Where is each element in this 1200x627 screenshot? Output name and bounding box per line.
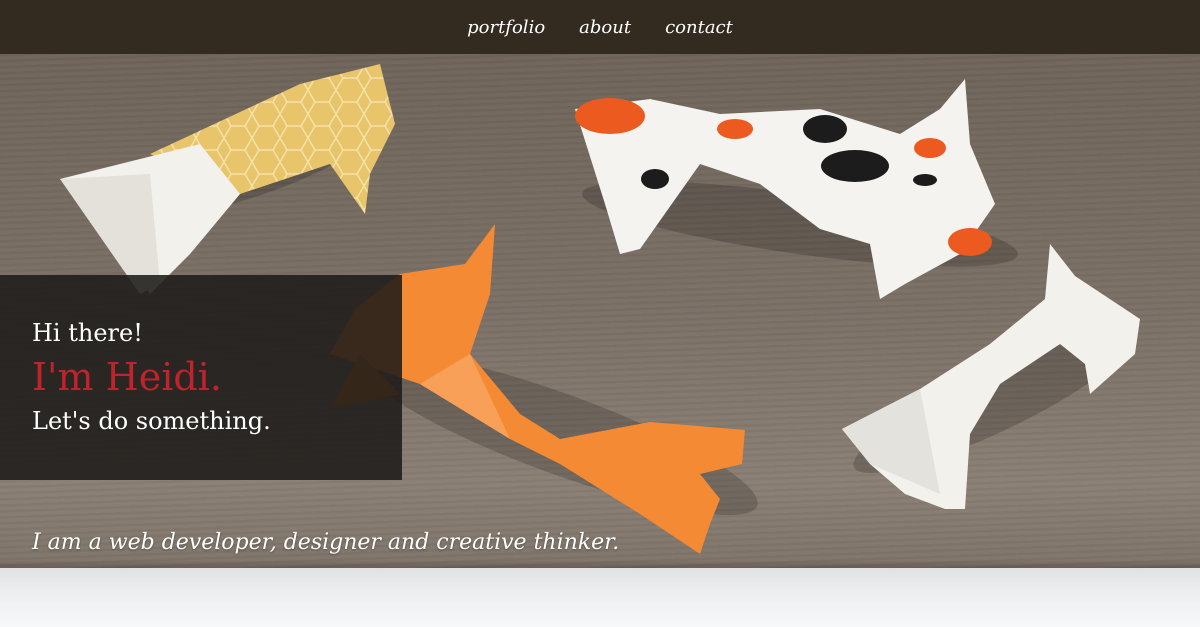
yellow-koi <box>60 64 395 294</box>
nav-link-contact[interactable]: contact <box>665 17 733 38</box>
hero-section: Hi there! I'm Heidi. Let's do something.… <box>0 54 1200 627</box>
main-navigation: portfolio about contact <box>0 0 1200 54</box>
intro-panel: Hi there! I'm Heidi. Let's do something. <box>0 275 402 480</box>
calico-koi <box>575 79 1018 299</box>
intro-name: I'm Heidi. <box>32 355 222 399</box>
white-ledge <box>0 568 1200 627</box>
nav-link-portfolio[interactable]: portfolio <box>467 17 545 38</box>
nav-link-about[interactable]: about <box>579 17 631 38</box>
intro-greeting: Hi there! <box>32 319 143 347</box>
intro-call-to-action: Let's do something. <box>32 407 271 435</box>
tagline: I am a web developer, designer and creat… <box>32 530 620 555</box>
